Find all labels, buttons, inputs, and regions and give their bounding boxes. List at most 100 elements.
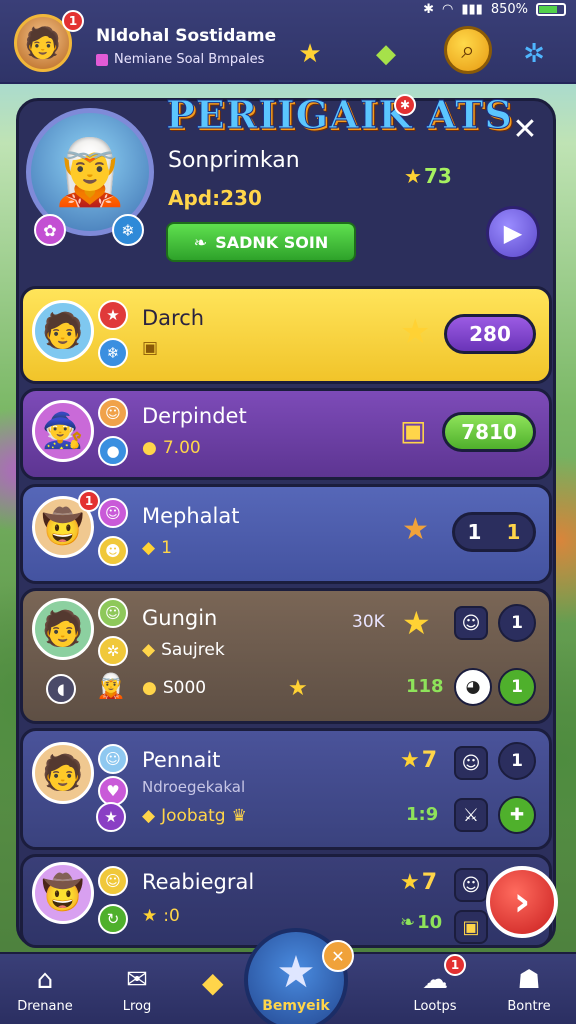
- close-icon[interactable]: ✕: [508, 112, 542, 147]
- row-avatar: 🧙: [32, 400, 94, 462]
- panda-icon: ◕: [454, 668, 492, 706]
- row-score-pill: 280: [444, 314, 536, 354]
- cube-icon: ◆: [142, 640, 156, 660]
- row-stars: ★ 7: [400, 870, 437, 895]
- row-sub: ● 7.00: [142, 438, 201, 458]
- search-button[interactable]: ⌕: [444, 26, 492, 74]
- character-icon: ☺: [454, 746, 488, 780]
- character-icon: ☺: [454, 868, 488, 902]
- row-side-value: 1:9: [406, 804, 439, 825]
- row-sub-value: 1: [161, 538, 172, 558]
- row-sub-value: S000: [162, 678, 207, 698]
- row-sub: ● S000: [142, 678, 206, 698]
- row-sub-label: Ndroegekakal: [142, 778, 246, 796]
- smile-icon: ☻: [98, 536, 128, 566]
- star-badge-icon: ★: [96, 802, 126, 832]
- game-title-logo: PERIIGAIK ATS: [166, 92, 513, 138]
- row-sub-value: :0: [163, 906, 180, 926]
- nav-item-lrog[interactable]: ✉ Lrog: [92, 956, 182, 1022]
- row-side-value: 10: [417, 912, 443, 933]
- nav-label: Lrog: [122, 999, 152, 1014]
- nav-label: Bemyeik: [262, 997, 330, 1014]
- row-score-pill: 7810: [442, 412, 536, 452]
- header-subtitle-text: Nemiane Soal Bmpales: [114, 52, 265, 67]
- profile-player-name: Sonprimkan: [168, 148, 300, 173]
- add-icon[interactable]: ✚: [498, 796, 536, 834]
- character-icon: ☺: [98, 744, 128, 774]
- profile-score: Apd:230: [168, 186, 262, 210]
- chest-icon: ▣: [400, 414, 427, 447]
- snowflake-badge-icon: ❄: [112, 214, 144, 246]
- next-arrow-button[interactable]: ›: [486, 866, 558, 938]
- coin-icon: ●: [142, 678, 157, 698]
- snowflake-icon: ❄: [98, 338, 128, 368]
- row-counter[interactable]: 1: [498, 742, 536, 780]
- signal-icon: ▮▮▮: [461, 2, 483, 17]
- character-icon: ☺: [98, 398, 128, 428]
- header-title: Nldohal Sostidame: [96, 26, 277, 46]
- battery-text: 850%: [490, 2, 528, 17]
- row-name: Pennait: [142, 748, 221, 772]
- profile-action-button[interactable]: ❧ SADNK SOIN: [166, 222, 356, 262]
- profile-stars-value: 73: [423, 164, 452, 188]
- avatar-notification-badge: 1: [62, 10, 84, 32]
- star-icon: ★: [276, 946, 316, 998]
- cube-icon[interactable]: ◆: [202, 966, 224, 999]
- header-subtitle: Nemiane Soal Bmpales: [96, 52, 264, 67]
- notification-badge: 1: [78, 490, 100, 512]
- row-stars: ★ 7: [400, 748, 437, 773]
- trophy-icon: ♛: [231, 806, 247, 826]
- row-sub: ◆ Saujrek: [142, 640, 225, 660]
- row-side: ❧ 10: [400, 912, 442, 933]
- lootps-badge: 1: [444, 954, 466, 976]
- settings-gear-icon[interactable]: ✲: [514, 34, 554, 74]
- cube-icon[interactable]: ◆: [366, 34, 406, 74]
- profile-action-label: SADNK SOIN: [215, 232, 329, 252]
- row-counter[interactable]: 1: [498, 604, 536, 642]
- row-sub: ◆ 1: [142, 538, 172, 558]
- row-sub: ◆ Joobatg ♛: [142, 806, 247, 826]
- star-icon: ★: [400, 312, 431, 352]
- row-name: Gungin: [142, 606, 218, 630]
- star-icon: ★: [402, 604, 431, 642]
- row-score-right: 1: [506, 520, 521, 544]
- row-score-left: 1: [467, 520, 482, 544]
- character-icon: ☺: [98, 498, 128, 528]
- star-icon: ★: [404, 164, 422, 188]
- wifi-icon: ◠: [442, 2, 454, 17]
- nav-item-drenane[interactable]: ⌂ Drenane: [0, 956, 90, 1022]
- play-button[interactable]: ▶: [486, 206, 540, 260]
- profile-icon: ☗: [517, 965, 541, 995]
- row-sub-label: Saujrek: [161, 640, 225, 660]
- home-icon: ⌂: [36, 965, 54, 995]
- star-icon: ★: [288, 676, 308, 701]
- sword-icon: ⚔: [454, 798, 488, 832]
- shield-icon[interactable]: ◖: [46, 674, 76, 704]
- orb-icon: ●: [98, 436, 128, 466]
- logo-sparkle-icon: ✱: [394, 94, 416, 116]
- row-name: Mephalat: [142, 504, 240, 528]
- row-stars-value: 7: [421, 748, 438, 773]
- character-icon: ☺: [98, 866, 128, 896]
- mail-icon: ✉: [126, 965, 148, 995]
- row-avatar: 🧑: [32, 742, 94, 804]
- star-icon: ★: [400, 748, 420, 773]
- coin-icon: ●: [142, 438, 157, 458]
- row-name: Reabiegral: [142, 870, 255, 894]
- row-sub: ★ :0: [142, 906, 180, 926]
- leaf-icon: ❧: [400, 912, 416, 933]
- star-badge-icon: ★: [98, 300, 128, 330]
- row-green-button[interactable]: 1: [498, 668, 536, 706]
- chest-icon: ▣: [454, 910, 488, 944]
- row-name: Derpindet: [142, 404, 247, 428]
- gem-icon: ◆: [142, 538, 156, 558]
- chevron-right-icon: ›: [513, 879, 531, 925]
- gear-icon: ✲: [98, 636, 128, 666]
- star-icon[interactable]: ★: [290, 34, 330, 74]
- battery-icon: [536, 3, 566, 16]
- row-side-value: 118: [406, 676, 444, 697]
- nav-item-lootps[interactable]: ☁ Lootps: [390, 956, 480, 1022]
- nav-item-bontre[interactable]: ☗ Bontre: [484, 956, 574, 1022]
- star-face-icon: ★: [402, 512, 429, 547]
- row-sub-value: 7.00: [162, 438, 201, 458]
